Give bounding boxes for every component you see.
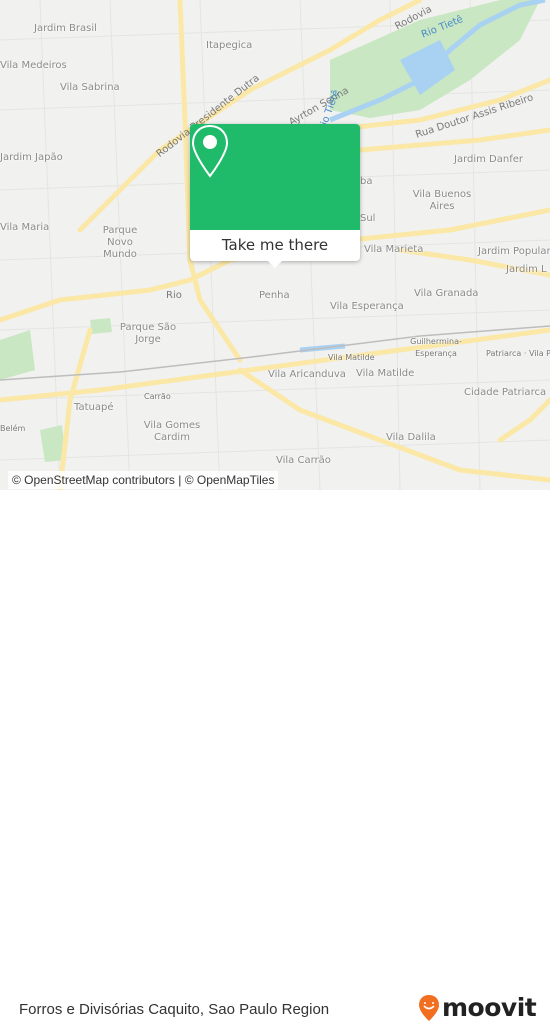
area-label: Vila Marieta — [364, 244, 424, 255]
area-label: Vila Dalila — [386, 432, 436, 443]
area-label: Vila Medeiros — [0, 60, 67, 71]
station-label: Guilhermina-Esperança — [410, 337, 462, 358]
area-label: Vila Esperança — [330, 301, 404, 312]
area-label: Jardim Danfer — [454, 154, 524, 165]
moovit-pin-icon — [419, 994, 439, 1021]
area-label: Cidade Patriarca — [464, 387, 547, 398]
area-label: ba — [360, 176, 373, 187]
popup-header — [190, 124, 360, 230]
area-label: Vila Matilde — [356, 368, 415, 379]
take-me-there-popup[interactable]: Take me there — [190, 124, 360, 268]
station-label: Vila Matilde — [328, 353, 375, 362]
area-label: Tatuapé — [74, 402, 114, 413]
area-label: Parque Novo Mundo — [102, 225, 138, 260]
station-label: Patriarca · Vila Pa — [486, 349, 550, 358]
area-label: Jardim Brasil — [34, 23, 97, 34]
area-label: Belém — [0, 424, 26, 433]
area-label: Vila Buenos Aires — [412, 189, 472, 212]
area-label: Itapegica — [206, 40, 253, 51]
area-label: Jardim Popular — [478, 246, 550, 257]
road-label: Rio — [166, 290, 182, 301]
footer: Forros e Divisórias Caquito, Sao Paulo R… — [0, 490, 550, 1022]
map[interactable]: Jardim Brasil Itapegica Vila Medeiros Vi… — [0, 0, 550, 490]
area-label: Vila Maria — [0, 222, 50, 233]
area-label: Parque São Jorge — [119, 322, 177, 345]
area-label: Vila Carrão — [276, 455, 331, 466]
popup-arrow — [268, 261, 282, 268]
map-attribution[interactable]: © OpenStreetMap contributors | © OpenMap… — [8, 471, 279, 489]
area-label: Penha — [259, 290, 290, 301]
area-label: Vila Gomes Cardim — [143, 420, 201, 443]
area-label: Jardim L — [506, 264, 547, 275]
area-label: Vila Granada — [414, 288, 479, 299]
map-pin-icon — [191, 124, 229, 178]
area-label: Jardim Japão — [0, 152, 63, 163]
area-label: Vila Aricanduva — [268, 369, 346, 380]
area-label: Sul — [360, 213, 376, 224]
area-label: Vila Sabrina — [60, 82, 120, 93]
moovit-logo[interactable]: moovit — [418, 993, 537, 1022]
logo-text: moovit — [442, 993, 537, 1022]
place-name: Forros e Divisórias Caquito, Sao Paulo R… — [19, 1001, 330, 1018]
take-me-there-button[interactable]: Take me there — [190, 230, 360, 261]
area-label: Carrão — [144, 392, 171, 401]
